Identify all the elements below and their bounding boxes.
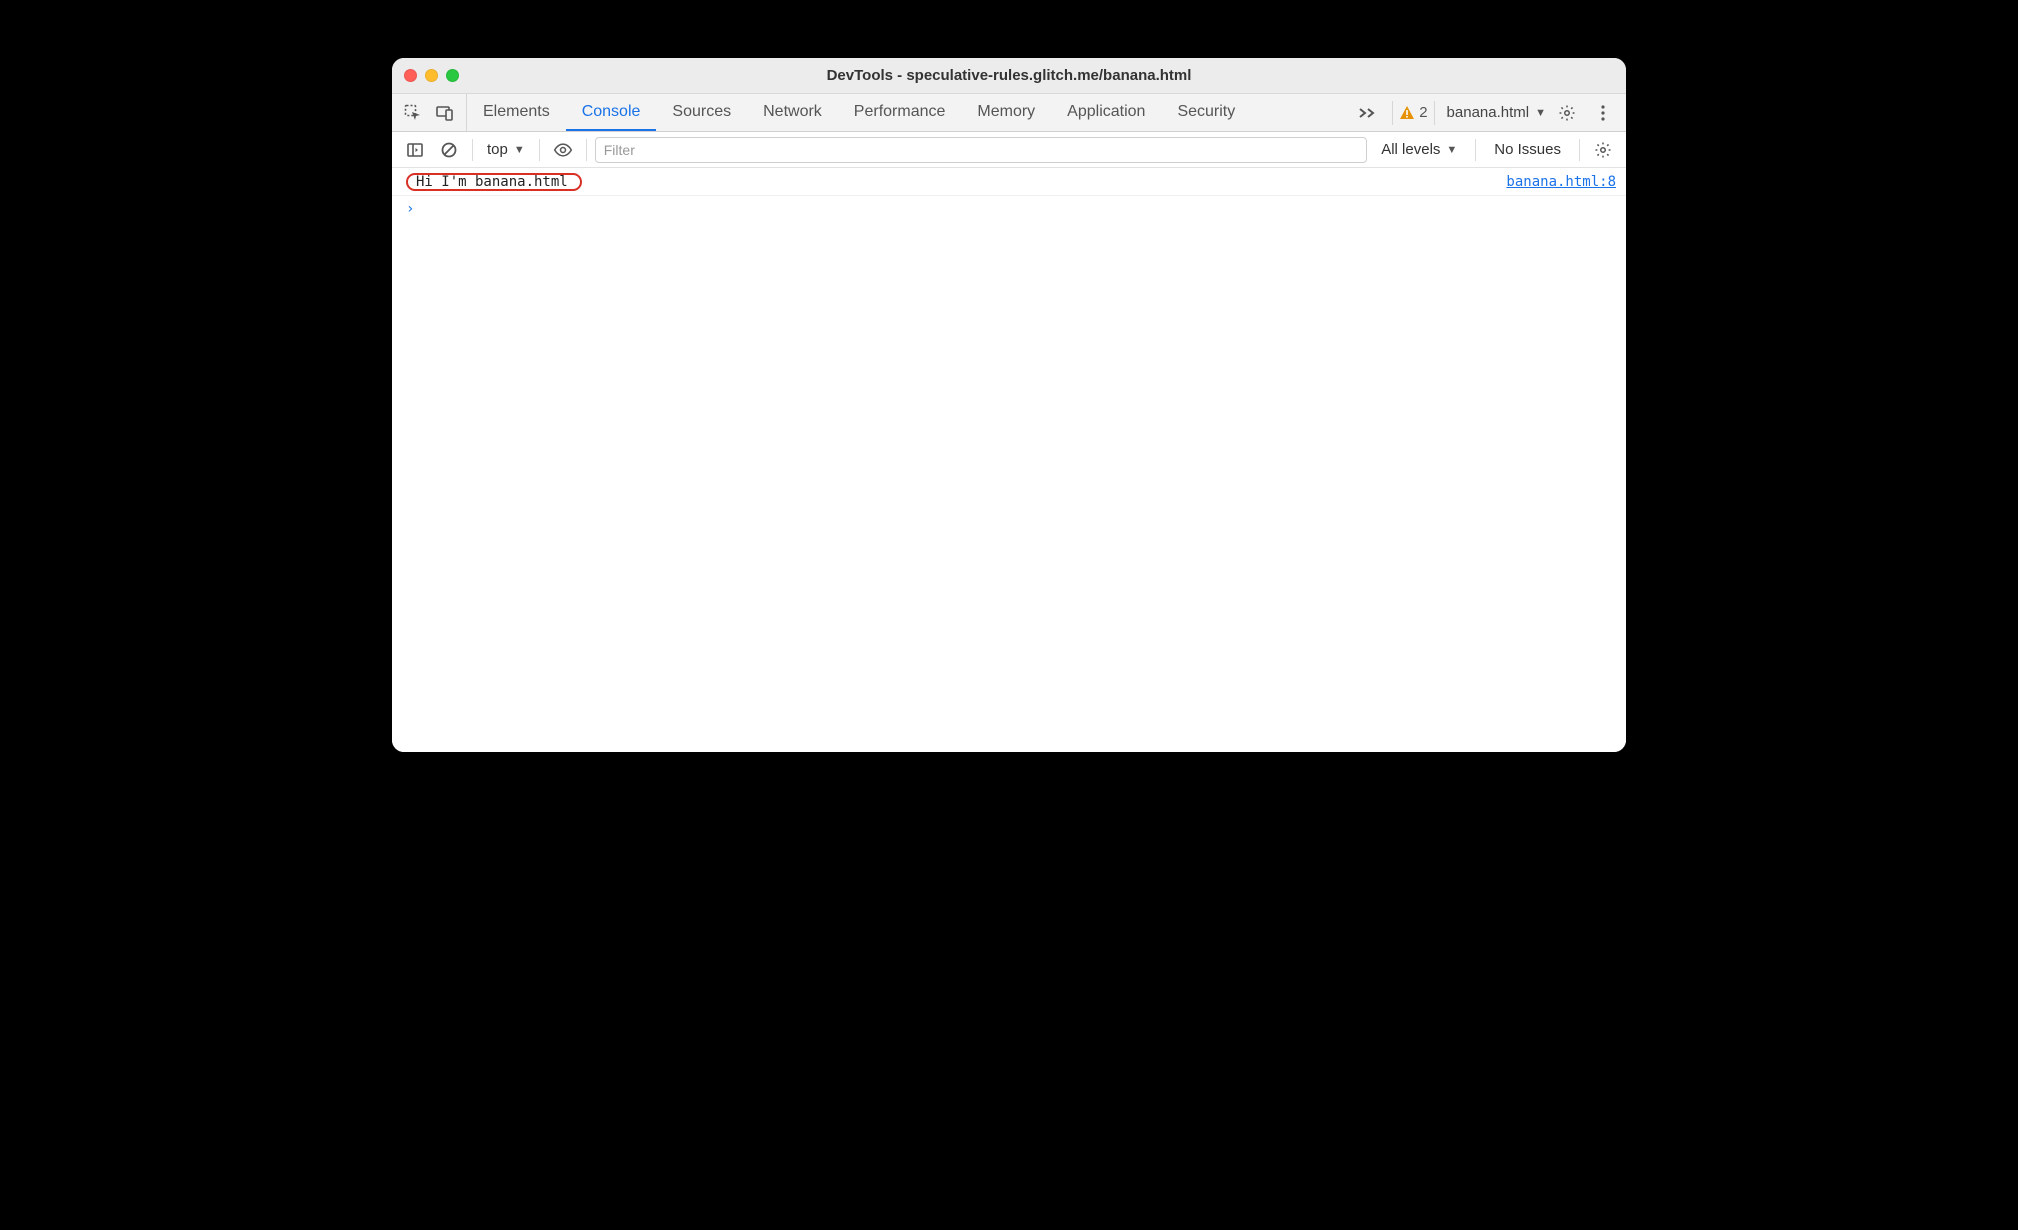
execution-context-selector[interactable]: top ▼: [481, 141, 531, 158]
tab-security[interactable]: Security: [1161, 94, 1251, 131]
levels-label: All levels: [1381, 141, 1440, 158]
log-levels-selector[interactable]: All levels ▼: [1371, 141, 1467, 158]
tab-sources[interactable]: Sources: [656, 94, 747, 131]
tab-console[interactable]: Console: [566, 94, 657, 131]
warnings-count: 2: [1419, 104, 1427, 121]
tabs-right-controls: 2 banana.html ▼: [1352, 94, 1618, 131]
tab-network[interactable]: Network: [747, 94, 838, 131]
more-tabs-icon[interactable]: [1352, 105, 1386, 121]
issues-indicator[interactable]: No Issues: [1484, 141, 1571, 158]
console-toolbar: top ▼ All levels ▼ No Issues: [392, 132, 1626, 168]
chevron-down-icon: ▼: [1535, 107, 1546, 119]
chevron-down-icon: ▼: [514, 144, 525, 156]
clear-console-icon[interactable]: [434, 135, 464, 165]
minimize-window-button[interactable]: [425, 69, 438, 82]
warnings-badge[interactable]: 2: [1392, 101, 1427, 125]
live-expression-icon[interactable]: [548, 135, 578, 165]
log-entry[interactable]: Hi I'm banana.html banana.html:8: [392, 168, 1626, 196]
more-options-icon[interactable]: [1588, 98, 1618, 128]
panel-tabs: Elements Console Sources Network Perform…: [467, 94, 1251, 131]
context-label: top: [487, 141, 508, 158]
target-selector[interactable]: banana.html ▼: [1434, 101, 1546, 125]
titlebar: DevTools - speculative-rules.glitch.me/b…: [392, 58, 1626, 94]
device-toolbar-icon[interactable]: [430, 98, 460, 128]
issues-label: No Issues: [1494, 141, 1561, 158]
close-window-button[interactable]: [404, 69, 417, 82]
window-controls: [404, 69, 459, 82]
log-message: Hi I'm banana.html: [416, 174, 568, 190]
tab-application[interactable]: Application: [1051, 94, 1161, 131]
zoom-window-button[interactable]: [446, 69, 459, 82]
log-message-highlight: Hi I'm banana.html: [406, 173, 582, 191]
log-source-link[interactable]: banana.html:8: [1506, 174, 1616, 190]
console-settings-icon[interactable]: [1588, 135, 1618, 165]
devtools-window: DevTools - speculative-rules.glitch.me/b…: [392, 58, 1626, 752]
console-output: Hi I'm banana.html banana.html:8 ›: [392, 168, 1626, 752]
prompt-caret-icon: ›: [406, 201, 414, 217]
panel-tabs-row: Elements Console Sources Network Perform…: [392, 94, 1626, 132]
inspect-element-icon[interactable]: [398, 98, 428, 128]
tab-elements[interactable]: Elements: [467, 94, 566, 131]
inspect-tools: [398, 94, 467, 131]
console-prompt[interactable]: ›: [392, 196, 1626, 222]
toggle-sidebar-icon[interactable]: [400, 135, 430, 165]
tab-memory[interactable]: Memory: [961, 94, 1051, 131]
chevron-down-icon: ▼: [1446, 144, 1457, 156]
window-title: DevTools - speculative-rules.glitch.me/b…: [392, 67, 1626, 84]
target-label: banana.html: [1447, 104, 1530, 121]
filter-input[interactable]: [595, 137, 1367, 163]
settings-icon[interactable]: [1552, 98, 1582, 128]
tab-performance[interactable]: Performance: [838, 94, 962, 131]
warning-icon: [1399, 105, 1415, 121]
